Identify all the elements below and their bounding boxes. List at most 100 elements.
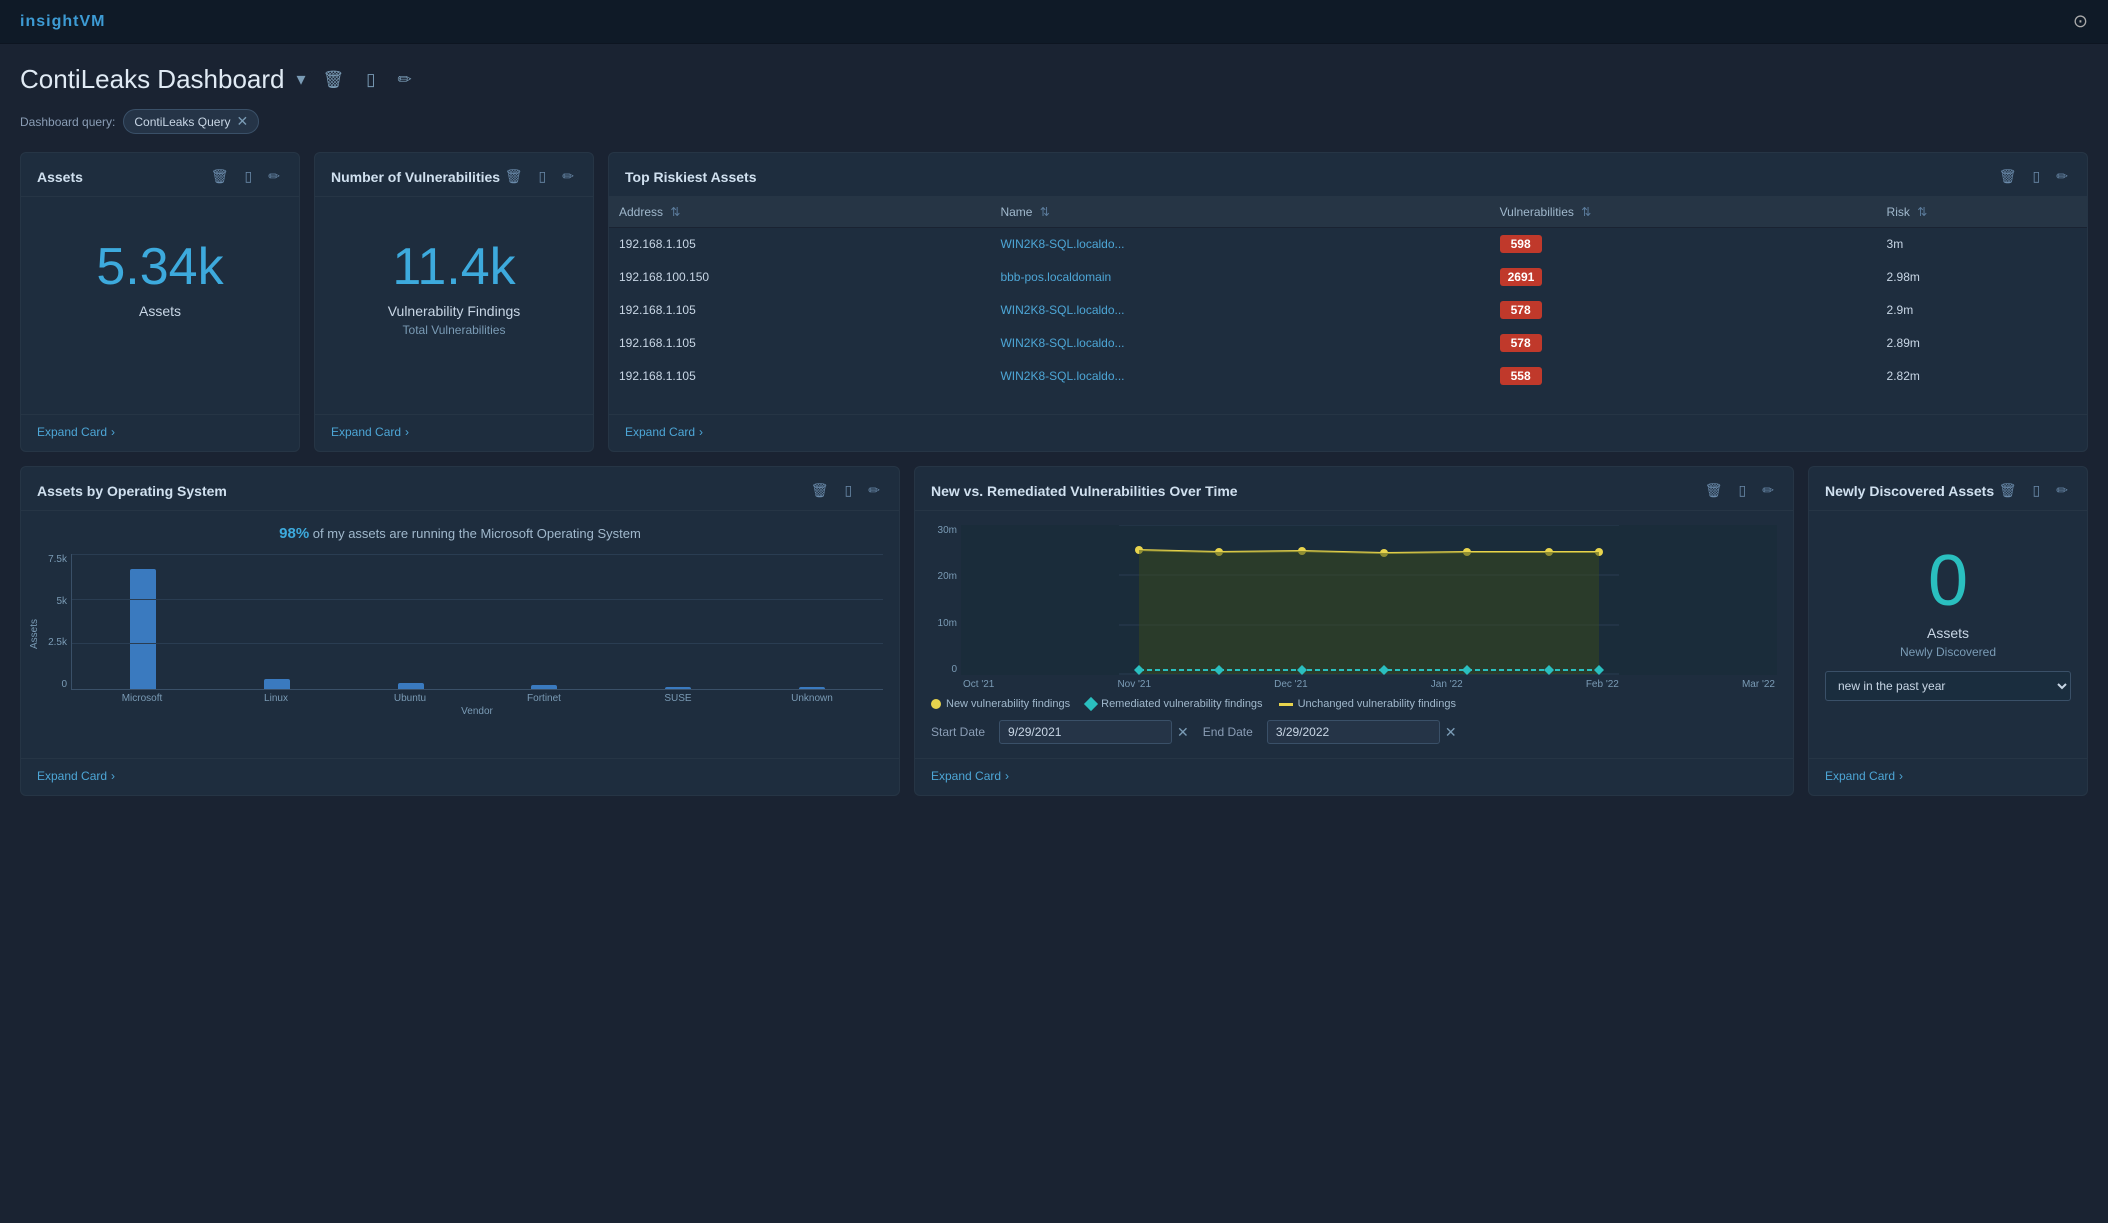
cell-name[interactable]: WIN2K8-SQL.localdo... bbox=[990, 294, 1489, 327]
cell-vulns: 598 bbox=[1490, 228, 1877, 261]
delete-dashboard-button[interactable]: 🗑 bbox=[318, 68, 350, 92]
riskiest-card-actions: 🗑 ▯ ✏ bbox=[1996, 167, 2071, 186]
nd-expand-link[interactable]: Expand Card › bbox=[1825, 769, 2071, 783]
vuln-card-header: Number of Vulnerabilities 🗑 ▯ ✏ bbox=[315, 153, 593, 197]
assets-card-header: Assets 🗑 ▯ ✏ bbox=[21, 153, 299, 197]
legend-remediated-diamond bbox=[1084, 697, 1098, 711]
newly-discovered-card: Newly Discovered Assets 🗑 ▯ ✏ 0 Assets N… bbox=[1808, 466, 2088, 796]
bar-fill bbox=[130, 569, 156, 689]
legend-new-dot bbox=[931, 699, 941, 709]
assets-card-actions: 🗑 ▯ ✏ bbox=[208, 167, 283, 186]
cell-vulns: 2691 bbox=[1490, 261, 1877, 294]
cell-risk: 2.98m bbox=[1877, 261, 2087, 294]
nd-edit-button[interactable]: ✏ bbox=[2053, 481, 2071, 500]
cell-address: 192.168.1.105 bbox=[609, 360, 990, 393]
bar bbox=[745, 569, 879, 689]
col-vulns[interactable]: Vulnerabilities ⇅ bbox=[1490, 197, 1877, 228]
riskiest-expand-link[interactable]: Expand Card › bbox=[625, 425, 2071, 439]
cell-address: 192.168.1.105 bbox=[609, 228, 990, 261]
col-address[interactable]: Address ⇅ bbox=[609, 197, 990, 228]
assets-card-body: 5.34k Assets bbox=[21, 197, 299, 414]
user-icon[interactable]: ⊙ bbox=[2073, 11, 2088, 32]
os-expand-link[interactable]: Expand Card › bbox=[37, 769, 883, 783]
os-copy-button[interactable]: ▯ bbox=[842, 481, 856, 500]
line-chart-inner: 30m 20m 10m 0 bbox=[931, 525, 1777, 690]
vuln-edit-button[interactable]: ✏ bbox=[559, 167, 577, 186]
end-date-input[interactable] bbox=[1267, 720, 1440, 744]
bar-fill bbox=[264, 679, 290, 689]
col-risk[interactable]: Risk ⇅ bbox=[1877, 197, 2087, 228]
end-date-clear-icon[interactable]: ✕ bbox=[1445, 724, 1457, 741]
y-30m: 30m bbox=[938, 525, 957, 536]
bar bbox=[344, 569, 478, 689]
x-dec21: Dec '21 bbox=[1274, 679, 1308, 690]
y-label-0: 0 bbox=[61, 679, 67, 690]
chart-legend: New vulnerability findings Remediated vu… bbox=[931, 698, 1777, 710]
os-card-header: Assets by Operating System 🗑 ▯ ✏ bbox=[21, 467, 899, 511]
filter-bar: Dashboard query: ContiLeaks Query ✕ bbox=[20, 109, 2088, 134]
riskiest-edit-button[interactable]: ✏ bbox=[2053, 167, 2071, 186]
vuln-time-copy-button[interactable]: ▯ bbox=[1736, 481, 1750, 500]
bar bbox=[76, 569, 210, 689]
bar-x-label: Ubuntu bbox=[343, 693, 477, 704]
chevron-down-icon[interactable]: ▾ bbox=[297, 69, 306, 90]
assets-copy-button[interactable]: ▯ bbox=[242, 167, 256, 186]
cell-vulns: 578 bbox=[1490, 327, 1877, 360]
assets-expand-link[interactable]: Expand Card › bbox=[37, 425, 283, 439]
bar-x-label: Fortinet bbox=[477, 693, 611, 704]
riskiest-delete-button[interactable]: 🗑 bbox=[1996, 167, 2020, 186]
cell-vulns: 578 bbox=[1490, 294, 1877, 327]
vulnerabilities-card: Number of Vulnerabilities 🗑 ▯ ✏ 11.4k Vu… bbox=[314, 152, 594, 452]
chevron-right-icon: › bbox=[111, 769, 115, 783]
vuln-time-edit-button[interactable]: ✏ bbox=[1759, 481, 1777, 500]
vuln-delete-button[interactable]: 🗑 bbox=[502, 167, 526, 186]
os-delete-button[interactable]: 🗑 bbox=[808, 481, 832, 500]
vuln-time-card-body: 30m 20m 10m 0 bbox=[915, 511, 1793, 758]
os-card-footer: Expand Card › bbox=[21, 758, 899, 795]
start-date-input[interactable] bbox=[999, 720, 1172, 744]
os-edit-button[interactable]: ✏ bbox=[865, 481, 883, 500]
line-chart-svg-wrap: Oct '21 Nov '21 Dec '21 Jan '22 Feb '22 … bbox=[961, 525, 1777, 690]
assets-card-footer: Expand Card › bbox=[21, 414, 299, 451]
nd-copy-button[interactable]: ▯ bbox=[2030, 481, 2044, 500]
chevron-right-icon: › bbox=[1899, 769, 1903, 783]
page-title: ContiLeaks Dashboard bbox=[20, 64, 285, 95]
assets-edit-button[interactable]: ✏ bbox=[265, 167, 283, 186]
start-date-clear-icon[interactable]: ✕ bbox=[1177, 724, 1189, 741]
nd-delete-button[interactable]: 🗑 bbox=[1996, 481, 2020, 500]
filter-chip-close-icon[interactable]: ✕ bbox=[236, 113, 248, 130]
col-name[interactable]: Name ⇅ bbox=[990, 197, 1489, 228]
copy-dashboard-button[interactable]: ▯ bbox=[361, 68, 380, 92]
bottom-grid: Assets by Operating System 🗑 ▯ ✏ 98% of … bbox=[20, 466, 2088, 796]
nd-timeframe-select[interactable]: new in the past yearnew in the past mont… bbox=[1825, 671, 2071, 701]
cell-name[interactable]: WIN2K8-SQL.localdo... bbox=[990, 360, 1489, 393]
filter-label: Dashboard query: bbox=[20, 115, 115, 129]
y-axis-label: Assets bbox=[29, 619, 40, 649]
end-date-label: End Date bbox=[1203, 725, 1253, 739]
cell-address: 192.168.1.105 bbox=[609, 327, 990, 360]
x-nov21: Nov '21 bbox=[1117, 679, 1151, 690]
x-axis-labels: Oct '21 Nov '21 Dec '21 Jan '22 Feb '22 … bbox=[961, 679, 1777, 690]
table-row: 192.168.1.105 WIN2K8-SQL.localdo... 558 … bbox=[609, 360, 2087, 393]
riskiest-card-body: Address ⇅ Name ⇅ Vulnerabilities ⇅ Risk … bbox=[609, 197, 2087, 414]
nd-card-title: Newly Discovered Assets bbox=[1825, 483, 1994, 499]
cell-name[interactable]: bbb-pos.localdomain bbox=[990, 261, 1489, 294]
nd-card-actions: 🗑 ▯ ✏ bbox=[1996, 481, 2071, 500]
cell-name[interactable]: WIN2K8-SQL.localdo... bbox=[990, 327, 1489, 360]
title-row: ContiLeaks Dashboard ▾ 🗑 ▯ ✏ bbox=[20, 64, 2088, 95]
cell-name[interactable]: WIN2K8-SQL.localdo... bbox=[990, 228, 1489, 261]
edit-dashboard-button[interactable]: ✏ bbox=[393, 68, 417, 92]
assets-delete-button[interactable]: 🗑 bbox=[208, 167, 232, 186]
table-row: 192.168.1.105 WIN2K8-SQL.localdo... 578 … bbox=[609, 327, 2087, 360]
vuln-expand-link[interactable]: Expand Card › bbox=[331, 425, 577, 439]
vuln-time-delete-button[interactable]: 🗑 bbox=[1702, 481, 1726, 500]
os-assets-card: Assets by Operating System 🗑 ▯ ✏ 98% of … bbox=[20, 466, 900, 796]
chevron-right-icon: › bbox=[1005, 769, 1009, 783]
cell-address: 192.168.1.105 bbox=[609, 294, 990, 327]
vuln-time-expand-link[interactable]: Expand Card › bbox=[931, 769, 1777, 783]
bars-area bbox=[72, 554, 883, 689]
vuln-card-body: 11.4k Vulnerability Findings Total Vulne… bbox=[315, 197, 593, 414]
riskiest-copy-button[interactable]: ▯ bbox=[2030, 167, 2044, 186]
table-header-row: Address ⇅ Name ⇅ Vulnerabilities ⇅ Risk … bbox=[609, 197, 2087, 228]
vuln-copy-button[interactable]: ▯ bbox=[536, 167, 550, 186]
